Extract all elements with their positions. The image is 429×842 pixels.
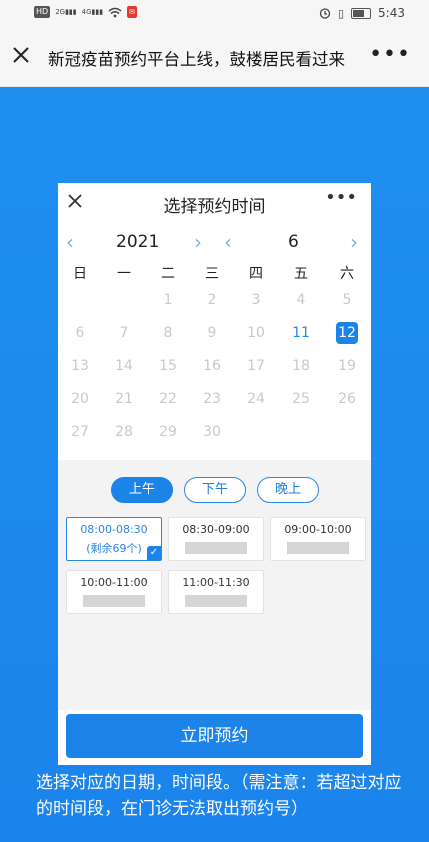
battery-icon xyxy=(351,7,372,19)
next-month-chevron-icon[interactable]: › xyxy=(350,231,358,253)
period-tab[interactable]: 上午 xyxy=(111,477,173,503)
calendar-day[interactable]: 5 xyxy=(335,289,359,311)
calendar-day[interactable]: 3 xyxy=(244,289,268,311)
calendar-day[interactable]: 6 xyxy=(68,322,92,344)
time-slot-label: 08:30-09:00 xyxy=(182,523,250,536)
calendar-day[interactable]: 9 xyxy=(200,322,224,344)
calendar-day[interactable]: 16 xyxy=(200,355,224,377)
calendar-day[interactable]: 1 xyxy=(156,289,180,311)
page-title: 新冠疫苗预约平台上线，鼓楼居民看过来 xyxy=(48,50,345,69)
calendar-day[interactable]: 24 xyxy=(244,388,268,410)
more-menu-icon[interactable]: ••• xyxy=(369,44,411,66)
time-slot-card[interactable]: 10:00-11:00 xyxy=(66,570,162,614)
check-icon: ✓ xyxy=(147,546,161,560)
calendar-day[interactable]: 7 xyxy=(112,322,136,344)
time-slot-area: 上午 下午 晚上 08:00-08:30 (剩余69个) ✓ 08:30-09:00 09:… xyxy=(58,460,371,758)
screenshot-header: 选择预约时间 ••• xyxy=(58,183,371,223)
alarm-icon xyxy=(319,8,331,19)
calendar-day[interactable]: 10 xyxy=(244,322,268,344)
wifi-icon xyxy=(108,7,122,17)
year-label: 2021 xyxy=(116,232,160,252)
calendar-day[interactable]: 19 xyxy=(335,355,359,377)
book-now-button[interactable]: 立即预约 xyxy=(66,714,363,758)
title-bar: 新冠疫苗预约平台上线，鼓楼居民看过来 ••• xyxy=(0,28,429,87)
calendar-day[interactable]: 30 xyxy=(200,421,224,443)
calendar-day[interactable]: 2 xyxy=(200,289,224,311)
weekday-label: 一 xyxy=(117,266,131,282)
time-slot-label: 11:00-11:30 xyxy=(182,576,250,589)
blurred-count xyxy=(185,542,247,554)
calendar-day[interactable]: 21 xyxy=(112,388,136,410)
screenshot-title: 选择预约时间 xyxy=(163,197,266,217)
calendar-day[interactable]: 17 xyxy=(244,355,268,377)
blurred-count xyxy=(83,595,145,607)
weekday-label: 二 xyxy=(161,266,175,282)
blurred-count xyxy=(287,542,349,554)
calendar-day[interactable]: 25 xyxy=(289,388,313,410)
calendar-day[interactable]: 18 xyxy=(289,355,313,377)
close-icon[interactable] xyxy=(10,44,32,66)
time-slot-card[interactable]: 08:30-09:00 xyxy=(168,517,264,561)
calendar-day[interactable]: 27 xyxy=(68,421,92,443)
status-right: ▯ 5:43 xyxy=(319,6,405,20)
time-slot-label: 10:00-11:00 xyxy=(80,576,148,589)
time-slot-label: 09:00-10:00 xyxy=(284,523,352,536)
calendar-day[interactable]: 26 xyxy=(335,388,359,410)
caption-text: 选择对应的日期，时间段。（需注意：若超过对应的时间段，在门诊无法取出预约号） xyxy=(36,773,402,819)
calendar-nav: ‹ 2021 › ‹ 6 › xyxy=(58,231,371,253)
status-left: HD 2G▮▮▮ 4G▮▮▮ ✉ xyxy=(34,6,137,18)
hd-indicator: HD xyxy=(34,6,51,18)
calendar-day[interactable]: 11 xyxy=(289,322,313,344)
more-icon[interactable]: ••• xyxy=(325,189,357,207)
weekday-label: 四 xyxy=(249,266,263,282)
time-slot-card[interactable]: 08:00-08:30 (剩余69个) ✓ xyxy=(66,517,162,561)
weekday-label: 六 xyxy=(340,266,354,282)
notification-icon: ✉ xyxy=(127,6,137,18)
blurred-count xyxy=(185,595,247,607)
calendar-day[interactable]: 14 xyxy=(112,355,136,377)
calendar-day[interactable]: 12 xyxy=(336,322,358,344)
signal-2g-icon: 2G▮▮▮ xyxy=(55,8,77,16)
calendar-day[interactable]: 8 xyxy=(156,322,180,344)
month-label: 6 xyxy=(288,232,299,252)
calendar-day[interactable]: 29 xyxy=(156,421,180,443)
calendar-day[interactable]: 13 xyxy=(68,355,92,377)
time-slot-card[interactable]: 11:00-11:30 xyxy=(168,570,264,614)
time-slot-label: 08:00-08:30 xyxy=(80,523,148,536)
weekday-label: 五 xyxy=(294,266,308,282)
period-tab[interactable]: 下午 xyxy=(184,477,246,503)
prev-month-chevron-icon[interactable]: ‹ xyxy=(224,231,232,253)
weekday-label: 日 xyxy=(73,266,87,282)
next-year-chevron-icon[interactable]: › xyxy=(194,231,202,253)
calendar-day[interactable]: 20 xyxy=(68,388,92,410)
calendar-day[interactable]: 22 xyxy=(156,388,180,410)
signal-2g-label: 2G xyxy=(55,8,66,16)
calendar-day[interactable]: 15 xyxy=(156,355,180,377)
period-tab[interactable]: 晚上 xyxy=(257,477,319,503)
signal-4g-label: 4G xyxy=(81,8,92,16)
signal-4g-icon: 4G▮▮▮ xyxy=(81,8,104,16)
status-time: 5:43 xyxy=(378,6,405,20)
vibrate-icon: ▯ xyxy=(337,6,345,20)
time-slot-card[interactable]: 09:00-10:00 xyxy=(270,517,366,561)
calendar-day[interactable]: 28 xyxy=(112,421,136,443)
embedded-screenshot: 选择预约时间 ••• ‹ 2021 › ‹ 6 › 日一二三四五六 123456… xyxy=(58,183,371,765)
calendar-day[interactable]: 4 xyxy=(289,289,313,311)
calendar-day[interactable]: 23 xyxy=(200,388,224,410)
weekday-header: 日一二三四五六 xyxy=(58,263,371,283)
prev-year-chevron-icon[interactable]: ‹ xyxy=(66,231,74,253)
weekday-label: 三 xyxy=(205,266,219,282)
status-bar: HD 2G▮▮▮ 4G▮▮▮ ✉ ▯ 5:43 xyxy=(0,0,429,28)
